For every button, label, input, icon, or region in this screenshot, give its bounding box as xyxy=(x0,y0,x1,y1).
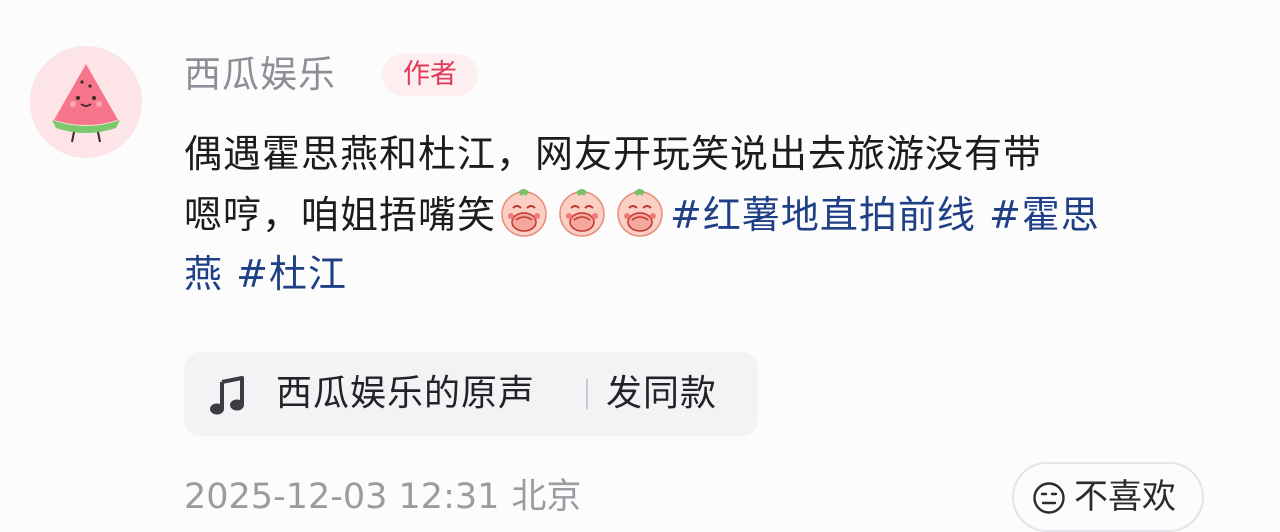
dislike-label: 不喜欢 xyxy=(1074,477,1176,517)
neutral-face-icon xyxy=(1033,482,1065,514)
dislike-button[interactable]: 不喜欢 xyxy=(1012,462,1204,532)
post-line-2: 嗯哼，咱姐捂嘴笑 #红薯地直拍前线 #霍思 xyxy=(184,184,1214,244)
post-line-2-text: 嗯哼，咱姐捂嘴笑 xyxy=(184,193,497,237)
watermelon-avatar-icon xyxy=(30,46,142,158)
hashtag-link[interactable]: #霍思 xyxy=(989,193,1100,237)
post-location: 北京 xyxy=(511,477,582,517)
post-content: 偶遇霍思燕和杜江，网友开玩笑说出去旅游没有带 嗯哼，咱姐捂嘴笑 #红薯地直拍前线… xyxy=(184,124,1214,304)
hashtag-link[interactable]: 燕 xyxy=(184,252,223,296)
avatar[interactable] xyxy=(30,46,142,158)
hashtag-link[interactable]: #红薯地直拍前线 xyxy=(670,193,976,237)
hashtag-link[interactable]: #杜江 xyxy=(236,252,347,296)
post-meta: 2025-12-03 12:31 北京 xyxy=(184,474,581,520)
covering-mouth-laugh-emoji xyxy=(496,184,552,240)
post-line-3: 燕 #杜江 xyxy=(184,244,1214,304)
chip-divider xyxy=(586,379,588,409)
author-badge: 作者 xyxy=(382,54,478,96)
original-sound-chip[interactable]: 西瓜娱乐的原声 发同款 xyxy=(184,352,758,436)
post-datetime: 2025-12-03 12:31 xyxy=(184,477,500,517)
covering-mouth-laugh-emoji xyxy=(554,184,610,240)
author-name[interactable]: 西瓜娱乐 xyxy=(184,50,336,100)
post-line-1: 偶遇霍思燕和杜江，网友开玩笑说出去旅游没有带 xyxy=(184,132,1043,176)
sound-title: 西瓜娱乐的原声 xyxy=(276,373,536,414)
use-same-sound-button[interactable]: 发同款 xyxy=(606,369,717,419)
music-note-icon xyxy=(210,376,244,415)
covering-mouth-laugh-emoji xyxy=(612,184,668,240)
